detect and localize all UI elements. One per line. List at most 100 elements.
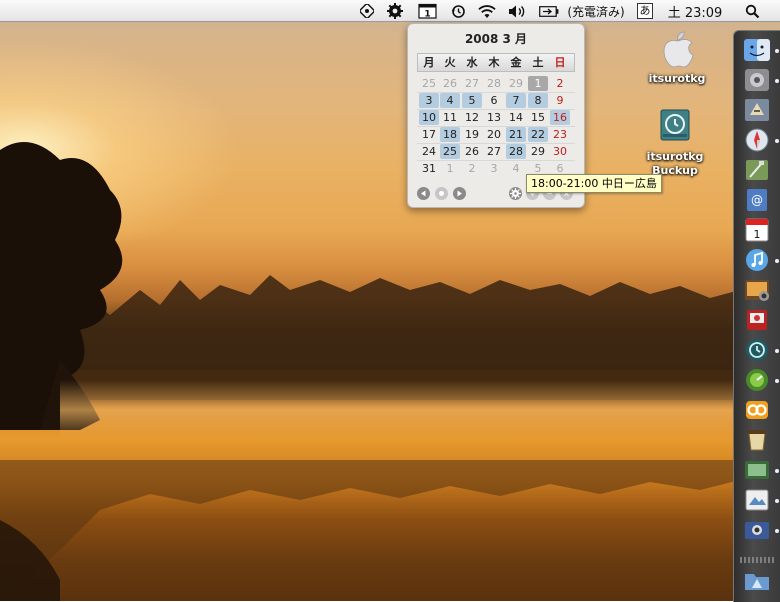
calendar-day[interactable]: 10 bbox=[419, 110, 439, 125]
dock-item-dashboard[interactable] bbox=[742, 367, 772, 393]
settings-gear-button[interactable] bbox=[509, 187, 522, 200]
calendar-day[interactable]: 22 bbox=[528, 127, 548, 142]
dock-item-system-preferences[interactable] bbox=[742, 67, 772, 93]
running-indicator bbox=[775, 469, 779, 473]
input-method-label: あ bbox=[637, 3, 653, 19]
dock-item-stuffit[interactable] bbox=[742, 427, 772, 453]
weekday-header: 日 bbox=[554, 56, 566, 69]
calendar-day[interactable]: 11 bbox=[440, 110, 460, 125]
dock-item-finder[interactable] bbox=[742, 37, 772, 63]
calendar-day[interactable]: 1 bbox=[440, 161, 460, 176]
calendar-menu-icon[interactable]: 1 bbox=[416, 2, 438, 20]
calendar-day[interactable]: 23 bbox=[550, 127, 570, 142]
desktop-icon-label: itsurotkg bbox=[646, 150, 704, 163]
running-indicator bbox=[775, 529, 779, 533]
calendar-day[interactable]: 14 bbox=[506, 110, 526, 125]
gear-menu-icon[interactable] bbox=[385, 2, 405, 20]
wifi-icon[interactable] bbox=[476, 2, 498, 20]
menubar-clock[interactable]: 土 23:09 bbox=[662, 2, 728, 21]
dock-item-applications-folder[interactable] bbox=[742, 567, 772, 593]
weekday-header: 土 bbox=[532, 56, 544, 69]
calendar-day[interactable]: 13 bbox=[484, 110, 504, 125]
dock-item-office[interactable] bbox=[742, 397, 772, 423]
calendar-day[interactable]: 20 bbox=[484, 127, 504, 142]
calendar-day[interactable]: 27 bbox=[484, 144, 504, 159]
calendar-day[interactable]: 24 bbox=[419, 144, 439, 159]
calendar-day[interactable]: 9 bbox=[550, 93, 570, 108]
apple-drive-icon bbox=[663, 31, 694, 68]
calendar-day[interactable]: 30 bbox=[550, 144, 570, 159]
calendar-day[interactable]: 26 bbox=[440, 76, 460, 91]
calendar-day[interactable]: 4 bbox=[506, 161, 526, 176]
calendar-day[interactable]: 1 bbox=[528, 76, 548, 91]
calendar-day[interactable]: 26 bbox=[462, 144, 482, 159]
calendar-day[interactable]: 3 bbox=[419, 93, 439, 108]
desktop-icon-itsurotkg-drive[interactable]: itsurotkg bbox=[637, 30, 717, 86]
calendar-day[interactable]: 8 bbox=[528, 93, 548, 108]
gear-icon bbox=[510, 188, 521, 199]
dock-item-address-book[interactable]: @ bbox=[742, 187, 772, 213]
dock-item-photo-booth[interactable] bbox=[742, 307, 772, 333]
previous-month-button[interactable] bbox=[417, 187, 430, 200]
stuffit-icon bbox=[748, 430, 766, 451]
weekday-header: 火 bbox=[444, 56, 456, 69]
calendar-day[interactable]: 4 bbox=[440, 93, 460, 108]
calendar-day[interactable]: 12 bbox=[462, 110, 482, 125]
dock-item-preview[interactable] bbox=[742, 487, 772, 513]
dock-item-migration-assistant[interactable] bbox=[742, 97, 772, 123]
next-month-button[interactable] bbox=[453, 187, 466, 200]
dock-item-script-editor[interactable] bbox=[742, 157, 772, 183]
spotlight-search-icon[interactable] bbox=[741, 2, 763, 20]
today-button[interactable] bbox=[435, 187, 448, 200]
volume-icon[interactable] bbox=[506, 2, 528, 20]
dashboard-icon bbox=[746, 369, 768, 391]
calendar-day[interactable]: 17 bbox=[419, 127, 439, 142]
dock-item-time-machine[interactable] bbox=[742, 337, 772, 363]
weekday-header: 木 bbox=[488, 56, 500, 69]
calendar-day[interactable]: 28 bbox=[484, 76, 504, 91]
dock-item-iphoto[interactable] bbox=[742, 277, 772, 303]
script-editor-icon bbox=[746, 160, 768, 180]
finder-icon bbox=[744, 39, 770, 61]
applications-folder-icon bbox=[745, 574, 769, 590]
calendar-day[interactable]: 25 bbox=[419, 76, 439, 91]
calendar-day[interactable]: 16 bbox=[550, 110, 570, 125]
calendar-day[interactable]: 5 bbox=[462, 93, 482, 108]
calendar-day[interactable]: 18 bbox=[440, 127, 460, 142]
dock-item-itunes[interactable] bbox=[742, 247, 772, 273]
calendar-day[interactable]: 19 bbox=[462, 127, 482, 142]
iphoto-icon bbox=[745, 280, 769, 301]
desktop-icon-itsurotkg-backup[interactable]: itsurotkg Buckup bbox=[635, 106, 715, 178]
calendar-day[interactable]: 29 bbox=[528, 144, 548, 159]
svg-text:1: 1 bbox=[754, 228, 761, 241]
time-machine-drive-icon bbox=[660, 109, 690, 141]
calendar-day[interactable]: 15 bbox=[528, 110, 548, 125]
calendar-day[interactable]: 7 bbox=[506, 93, 526, 108]
sync-status-icon[interactable] bbox=[358, 2, 376, 20]
calendar-day[interactable]: 27 bbox=[462, 76, 482, 91]
calendar-day[interactable]: 2 bbox=[550, 76, 570, 91]
calendar-day[interactable]: 2 bbox=[462, 161, 482, 176]
svg-text:@: @ bbox=[751, 193, 763, 207]
running-indicator bbox=[775, 49, 779, 53]
dock-item-safari[interactable] bbox=[742, 127, 772, 153]
time-machine-menu-icon[interactable] bbox=[449, 2, 467, 20]
input-method-menu[interactable]: あ bbox=[636, 2, 654, 20]
calendar-day[interactable]: 31 bbox=[419, 161, 439, 176]
circle-icon bbox=[439, 191, 444, 196]
calendar-day[interactable]: 29 bbox=[506, 76, 526, 91]
triangle-left-icon bbox=[421, 190, 426, 197]
calendar-day[interactable]: 21 bbox=[506, 127, 526, 142]
dock-item-ical[interactable]: 1 bbox=[742, 217, 772, 243]
calendar-day[interactable]: 6 bbox=[484, 93, 504, 108]
battery-icon[interactable] bbox=[538, 2, 560, 20]
calendar-day[interactable]: 28 bbox=[506, 144, 526, 159]
dock-item-image-capture[interactable] bbox=[742, 517, 772, 543]
calendar-day[interactable]: 25 bbox=[440, 144, 460, 159]
lake-mist bbox=[60, 380, 740, 440]
calendar-day[interactable]: 3 bbox=[484, 161, 504, 176]
dock-item-mail-stationery[interactable] bbox=[742, 457, 772, 483]
running-indicator bbox=[775, 379, 779, 383]
dock-separator bbox=[740, 557, 774, 563]
battery-status-text[interactable]: (充電済み) bbox=[563, 2, 629, 20]
